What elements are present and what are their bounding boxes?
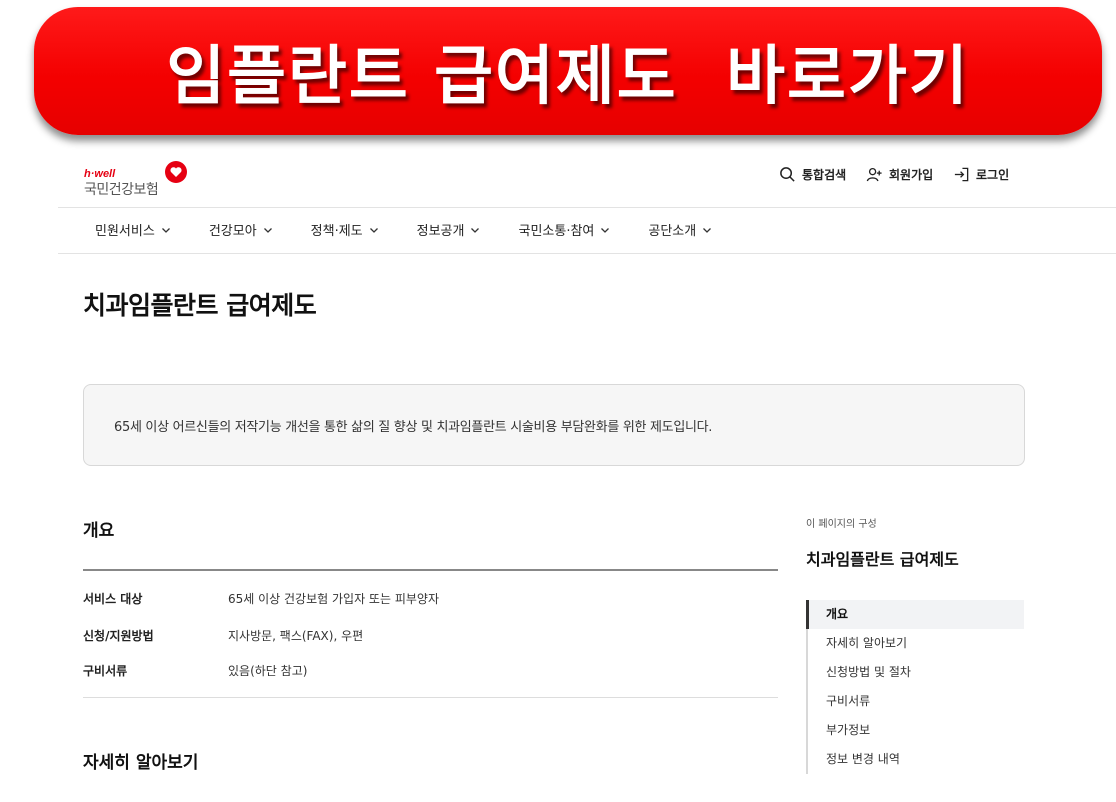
row-label: 구비서류 [83,664,128,678]
nav-label: 건강모아 [208,224,257,239]
nav-divider [58,253,1116,254]
login-icon [954,167,969,182]
search-icon [780,167,795,182]
nav-label: 정책·제도 [310,224,363,239]
user-add-icon [866,167,882,182]
nav-item-about[interactable]: 공단소개 [648,220,712,239]
chevron-down-icon [601,227,610,233]
chevron-down-icon [471,227,480,233]
summary-box: 65세 이상 어르신들의 저작기능 개선을 통한 삶의 질 향상 및 치과임플란… [83,384,1025,466]
heart-logo-icon [165,161,187,183]
toc-item-additional-info[interactable]: 부가정보 [808,716,1024,745]
chevron-down-icon [369,227,378,233]
shortcut-banner[interactable]: 임플란트 급여제도 바로가기 [34,7,1102,135]
nav-item-policy[interactable]: 정책·제도 [311,220,379,239]
overview-bottom-divider [83,697,778,698]
chevron-down-icon [263,227,272,233]
overview-row: 구비서류 있음(하단 참고) [83,662,307,679]
nav-label: 정보공개 [416,224,465,239]
row-value: 65세 이상 건강보험 가입자 또는 피부양자 [228,592,439,606]
header-divider [58,207,1116,208]
page-title: 치과임플란트 급여제도 [83,291,317,320]
banner-text: 임플란트 급여제도 바로가기 [166,40,970,114]
nav-label: 민원서비스 [95,224,155,239]
chevron-down-icon [703,227,712,233]
login-label: 로그인 [976,168,1010,182]
toc-item-details[interactable]: 자세히 알아보기 [808,629,1024,658]
login-link[interactable]: 로그인 [953,166,1009,183]
toc-item-change-history[interactable]: 정보 변경 내역 [808,745,1024,774]
nav-label: 국민소통·참여 [518,224,595,239]
join-label: 회원가입 [889,168,934,182]
toc-title: 치과임플란트 급여제도 [806,550,959,569]
summary-text: 65세 이상 어르신들의 저작기능 개선을 통한 삶의 질 향상 및 치과임플란… [114,420,713,435]
overview-heading: 개요 [83,521,115,541]
details-heading: 자세히 알아보기 [83,753,199,773]
row-value: 지사방문, 팩스(FAX), 우편 [228,629,364,643]
toc-item-documents[interactable]: 구비서류 [808,687,1024,716]
nav-item-civil-service[interactable]: 민원서비스 [95,220,171,239]
nav-item-disclosure[interactable]: 정보공개 [417,220,481,239]
row-label: 서비스 대상 [83,592,143,606]
logo-name: 국민건강보험 [84,182,159,198]
overview-row: 서비스 대상 65세 이상 건강보험 가입자 또는 피부양자 [83,590,439,607]
nav-label: 공단소개 [648,224,697,239]
search-label: 통합검색 [802,168,847,182]
row-value: 있음(하단 참고) [228,664,308,678]
toc-item-application[interactable]: 신청방법 및 절차 [808,658,1024,687]
main-nav: 민원서비스 건강모아 정책·제도 정보공개 국민소통·참여 공단소개 [95,220,750,239]
row-label: 신청/지원방법 [83,629,154,643]
toc-list: 개요 자세히 알아보기 신청방법 및 절차 구비서류 부가정보 정보 변경 내역 [806,600,1024,774]
nav-item-communication[interactable]: 국민소통·참여 [518,220,610,239]
overview-divider [83,569,778,571]
nav-item-health[interactable]: 건강모아 [209,220,273,239]
toc-caption: 이 페이지의 구성 [806,519,877,530]
chevron-down-icon [161,227,170,233]
site-logo[interactable]: h·well 국민건강보험 [84,160,194,200]
overview-row: 신청/지원방법 지사방문, 팩스(FAX), 우편 [83,627,363,644]
integrated-search-link[interactable]: 통합검색 [779,166,846,183]
join-link[interactable]: 회원가입 [866,166,933,183]
toc-item-overview[interactable]: 개요 [806,600,1024,629]
